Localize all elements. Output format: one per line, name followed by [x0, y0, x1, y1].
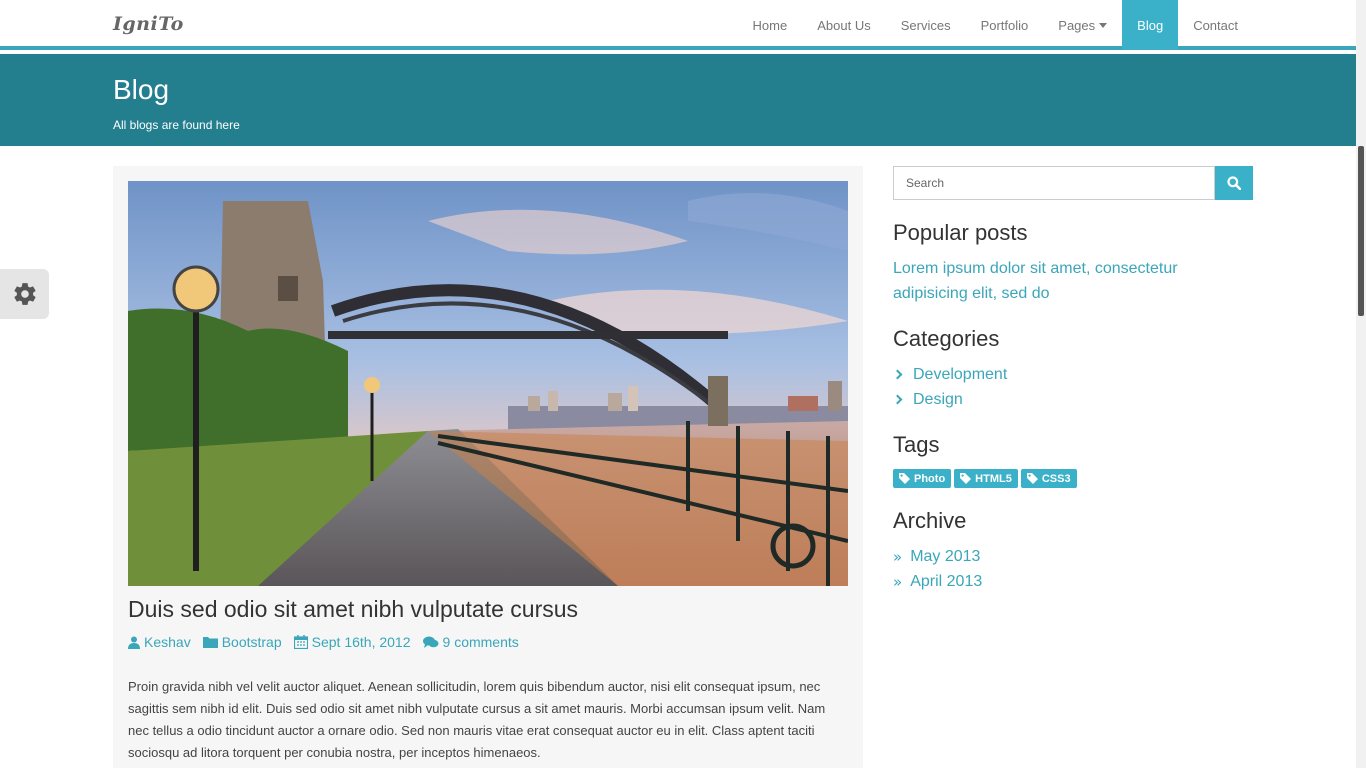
- scrollbar-thumb[interactable]: [1358, 146, 1364, 316]
- tag-css3[interactable]: CSS3: [1020, 469, 1077, 488]
- double-chevron-icon: »: [893, 547, 903, 566]
- nav-label: Home: [752, 17, 788, 33]
- page-scrollbar[interactable]: [1356, 0, 1366, 768]
- post-meta: Keshav Bootstrap Sept 16th, 2012 9 comme…: [128, 634, 519, 650]
- search-box: [893, 166, 1253, 200]
- search-icon: [1227, 176, 1241, 190]
- gear-icon: [13, 283, 36, 305]
- nav-label: Pages: [1058, 17, 1096, 33]
- categories-title: Categories: [893, 326, 1000, 351]
- tag-label: Photo: [914, 472, 946, 485]
- nav-item-portfolio[interactable]: Portfolio: [966, 0, 1044, 50]
- categories-list: Development Design: [892, 362, 1008, 412]
- comments-count: 9 comments: [442, 634, 519, 650]
- tag-label: CSS3: [1041, 472, 1071, 485]
- search-button[interactable]: [1215, 166, 1253, 200]
- nav-label: Portfolio: [980, 17, 1029, 33]
- brand-logo[interactable]: IgniTo: [113, 13, 184, 35]
- archive-link: May 2013: [910, 547, 981, 565]
- navbar: IgniTo Home About Us Services Portfolio …: [0, 0, 1366, 50]
- main-nav: Home About Us Services Portfolio Pages B…: [738, 0, 1253, 50]
- archive-link: April 2013: [910, 572, 983, 590]
- chevron-right-icon: [892, 369, 903, 380]
- post-author[interactable]: Keshav: [128, 634, 191, 650]
- category-item[interactable]: Design: [892, 387, 1007, 412]
- page-subtitle: All blogs are found here: [113, 118, 240, 132]
- caret-down-icon: [1099, 22, 1108, 28]
- category-link: Development: [913, 365, 1008, 383]
- archive-title: Archive: [893, 508, 967, 533]
- category-item[interactable]: Development: [892, 362, 1008, 387]
- nav-item-blog[interactable]: Blog: [1122, 0, 1179, 50]
- post-image[interactable]: [128, 181, 848, 586]
- post-comments[interactable]: 9 comments: [422, 634, 519, 650]
- folder-icon: [202, 637, 218, 648]
- page-header: Blog All blogs are found here: [0, 54, 1366, 146]
- post-body: Proin gravida nibh vel velit auctor aliq…: [128, 679, 826, 760]
- nav-item-services[interactable]: Services: [886, 0, 966, 50]
- nav-label: Blog: [1137, 17, 1164, 33]
- nav-item-about-us[interactable]: About Us: [802, 0, 885, 50]
- date-text: Sept 16th, 2012: [311, 634, 411, 650]
- archive-list: » May 2013 » April 2013: [893, 544, 982, 594]
- chevron-right-icon: [892, 394, 903, 405]
- tag-icon: [1026, 473, 1038, 484]
- category-link: Design: [913, 390, 963, 408]
- nav-label: Contact: [1193, 17, 1238, 33]
- nav-item-home[interactable]: Home: [738, 0, 803, 50]
- archive-item[interactable]: » May 2013: [893, 544, 982, 569]
- archive-item[interactable]: » April 2013: [893, 569, 982, 594]
- user-icon: [128, 636, 140, 649]
- settings-toggle-button[interactable]: [0, 269, 49, 319]
- popular-post-link[interactable]: Lorem ipsum dolor sit amet, consectetur …: [893, 256, 1253, 306]
- bridge-photo: [128, 181, 848, 586]
- page-title: Blog: [113, 74, 170, 105]
- tag-html5[interactable]: HTML5: [954, 469, 1018, 488]
- nav-label: About Us: [817, 17, 871, 33]
- category-name: Bootstrap: [221, 634, 282, 650]
- post-category[interactable]: Bootstrap: [202, 634, 282, 650]
- double-chevron-icon: »: [893, 572, 903, 591]
- tag-list: Photo HTML5 CSS3: [893, 469, 1077, 488]
- nav-label: Services: [900, 17, 951, 33]
- nav-item-contact[interactable]: Contact: [1178, 0, 1253, 50]
- calendar-icon: [293, 635, 308, 649]
- tag-label: HTML5: [975, 472, 1012, 485]
- post-title[interactable]: Duis sed odio sit amet nibh vulputate cu…: [128, 596, 578, 623]
- tag-icon: [899, 473, 910, 484]
- blog-post: Duis sed odio sit amet nibh vulputate cu…: [113, 166, 863, 768]
- comments-icon: [422, 636, 439, 648]
- tag-icon: [960, 473, 972, 484]
- tags-title: Tags: [893, 432, 940, 457]
- popular-posts-title: Popular posts: [893, 220, 1028, 245]
- tag-photo[interactable]: Photo: [893, 469, 952, 488]
- author-name: Keshav: [144, 634, 191, 650]
- post-date[interactable]: Sept 16th, 2012: [293, 634, 411, 650]
- search-input[interactable]: [893, 166, 1215, 200]
- nav-item-pages[interactable]: Pages: [1043, 0, 1122, 50]
